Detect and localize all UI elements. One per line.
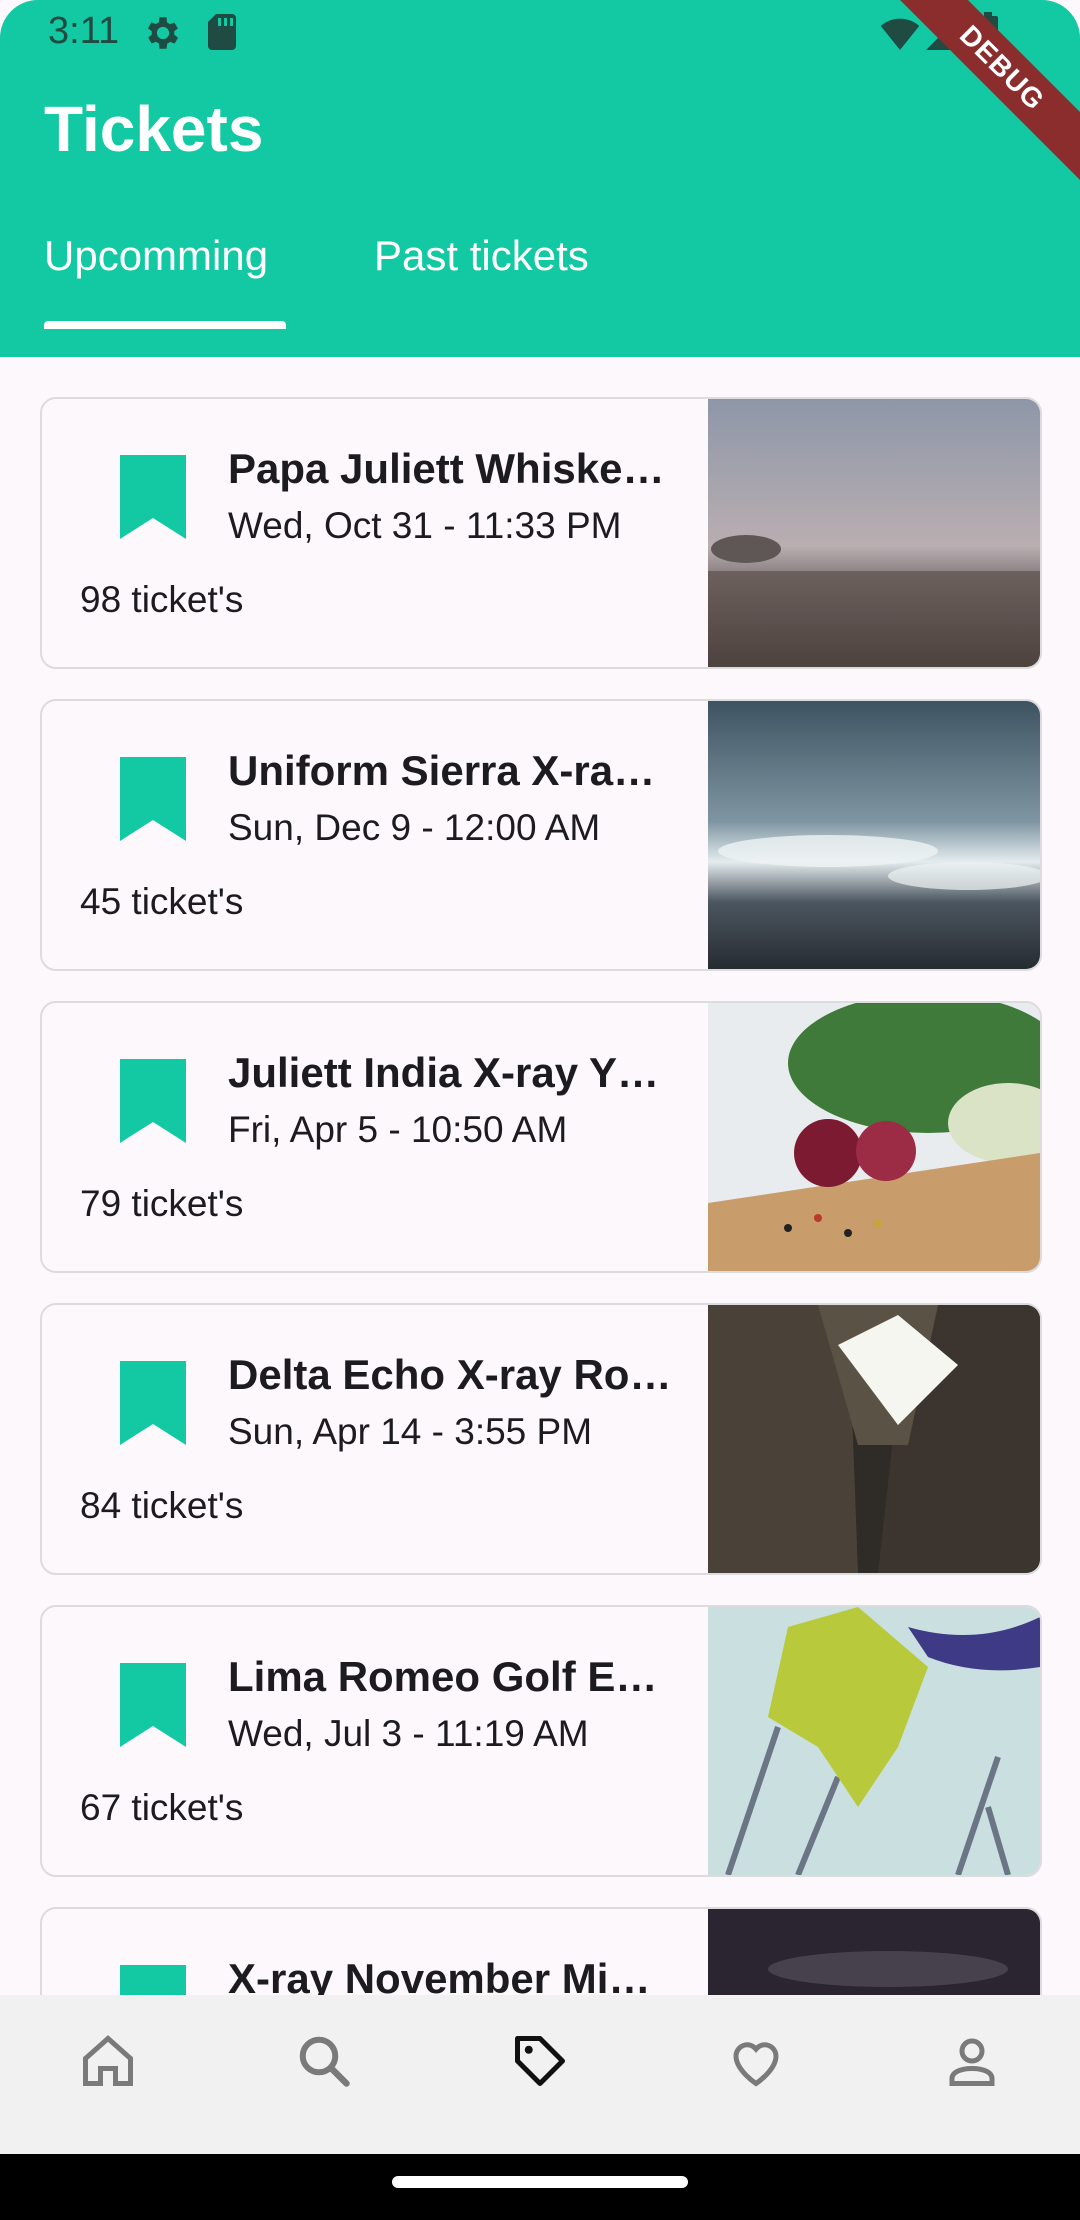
home-gesture-pill[interactable] (392, 2176, 688, 2188)
ticket-card[interactable]: X-ray November Mi… (40, 1907, 1042, 1995)
ticket-card[interactable]: Uniform Sierra X-ra… Sun, Dec 9 - 12:00 … (40, 699, 1042, 971)
system-navigation-bar (0, 2154, 1080, 2220)
page-title: Tickets (44, 93, 264, 165)
wifi-icon (880, 18, 920, 50)
heart-icon[interactable] (726, 2031, 786, 2091)
tag-icon[interactable] (510, 2031, 570, 2091)
bookmark-icon (120, 1663, 186, 1747)
ticket-card[interactable]: Delta Echo X-ray Ro… Sun, Apr 14 - 3:55 … (40, 1303, 1042, 1575)
ticket-name: Lima Romeo Golf E… (228, 1653, 658, 1700)
bookmark-icon (120, 757, 186, 841)
ticket-date: Sun, Dec 9 - 12:00 AM (228, 807, 601, 848)
ticket-date: Sun, Apr 14 - 3:55 PM (228, 1411, 593, 1452)
ticket-name: Papa Juliett Whiske… (228, 445, 665, 492)
ticket-count: 67 ticket's (80, 1787, 244, 1828)
ticket-image (708, 1607, 1040, 1875)
bookmark-icon (120, 455, 186, 539)
ticket-name: Uniform Sierra X-ra… (228, 747, 656, 794)
ticket-name: X-ray November Mi… (228, 1955, 651, 1995)
bottom-navigation (0, 1995, 1080, 2154)
tab-upcomming[interactable]: Upcomming (44, 232, 268, 280)
sd-card-icon (208, 14, 236, 50)
ticket-count: 98 ticket's (80, 579, 244, 620)
settings-gear-icon (147, 17, 179, 49)
ticket-card[interactable]: Juliett India X-ray Y… Fri, Apr 5 - 10:5… (40, 1001, 1042, 1273)
person-icon[interactable] (942, 2031, 1002, 2091)
ticket-image (708, 1909, 1040, 1995)
ticket-name: Juliett India X-ray Y… (228, 1049, 660, 1096)
ticket-card[interactable]: Lima Romeo Golf E… Wed, Jul 3 - 11:19 AM… (40, 1605, 1042, 1877)
status-time: 3:11 (48, 10, 120, 52)
ticket-image (708, 1003, 1040, 1271)
ticket-count: 45 ticket's (80, 881, 244, 922)
bookmark-icon (120, 1059, 186, 1143)
tab-past-tickets[interactable]: Past tickets (374, 232, 589, 280)
search-icon[interactable] (294, 2031, 354, 2091)
bookmark-icon (120, 1361, 186, 1445)
ticket-image (708, 399, 1040, 667)
tab-indicator (44, 321, 286, 329)
ticket-count: 79 ticket's (80, 1183, 244, 1224)
ticket-image (708, 701, 1040, 969)
ticket-name: Delta Echo X-ray Ro… (228, 1351, 672, 1398)
ticket-count: 84 ticket's (80, 1485, 244, 1526)
bookmark-icon (120, 1965, 186, 1995)
app-bar: 3:11 DEBUG Tickets Upcomming Past ticket… (0, 0, 1080, 357)
ticket-image (708, 1305, 1040, 1573)
ticket-card[interactable]: Papa Juliett Whiske… Wed, Oct 31 - 11:33… (40, 397, 1042, 669)
ticket-date: Wed, Jul 3 - 11:19 AM (228, 1713, 589, 1754)
home-icon[interactable] (78, 2031, 138, 2091)
ticket-list[interactable]: Papa Juliett Whiske… Wed, Oct 31 - 11:33… (0, 357, 1080, 1995)
ticket-date: Fri, Apr 5 - 10:50 AM (228, 1109, 568, 1150)
ticket-date: Wed, Oct 31 - 11:33 PM (228, 505, 622, 546)
